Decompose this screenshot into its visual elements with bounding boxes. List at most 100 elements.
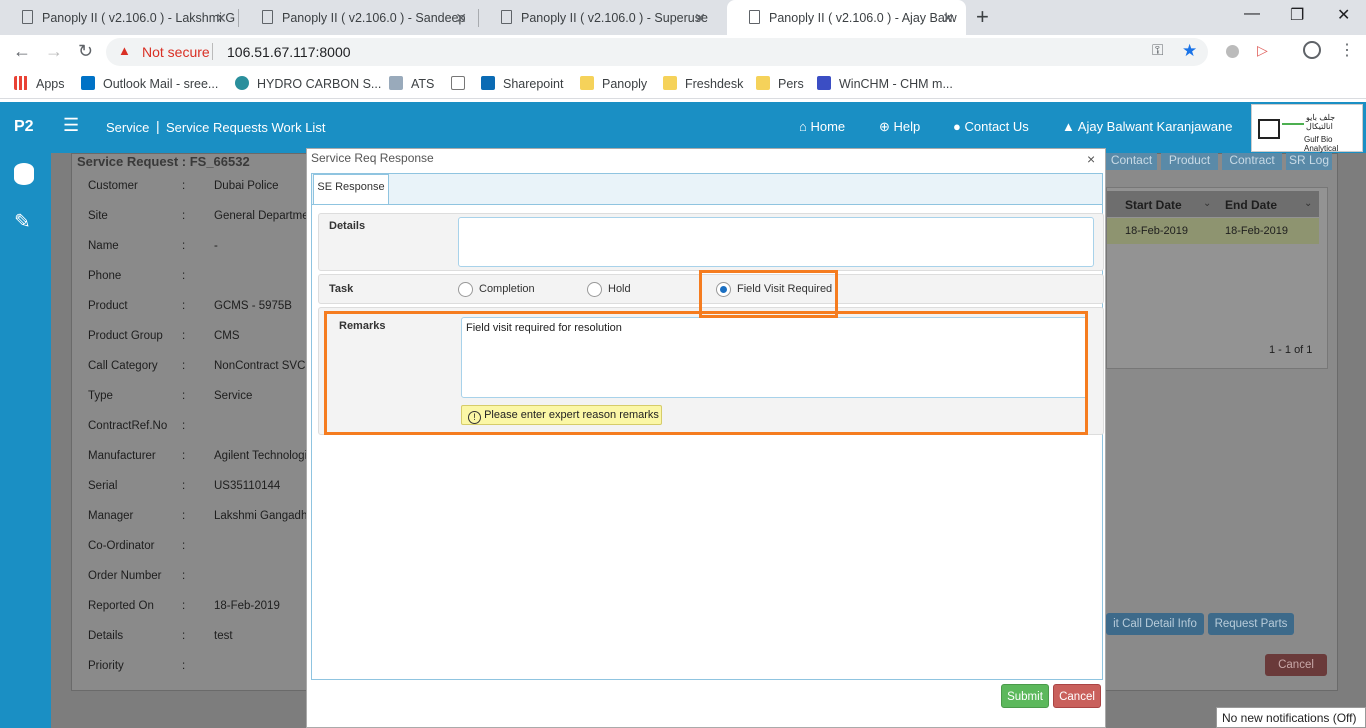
field-colon: : — [182, 270, 186, 282]
menu-icon[interactable]: ⋮ — [1339, 40, 1355, 60]
wrench-icon[interactable]: ✎ — [14, 209, 31, 234]
forward-icon[interactable]: → — [45, 41, 63, 62]
app-logo[interactable]: P2 — [14, 118, 34, 136]
field-colon: : — [182, 510, 186, 522]
col-start-date[interactable]: Start Date — [1125, 198, 1182, 212]
field-value: NonContract SVC — [214, 360, 306, 372]
profile-icon[interactable] — [1303, 41, 1321, 59]
star-icon[interactable]: ★ — [1182, 41, 1197, 61]
bookmark-apps[interactable]: Apps — [14, 76, 65, 91]
close-tab-icon[interactable]: ✕ — [455, 10, 467, 27]
company-logo: جلف بايو انالتيكال Gulf Bio Analytical — [1251, 104, 1363, 153]
field-label: Manager — [88, 510, 134, 522]
home-link[interactable]: ⌂ Home — [799, 119, 845, 134]
breadcrumb-worklist[interactable]: Service Requests Work List — [166, 120, 325, 135]
close-tab-icon[interactable]: ✕ — [942, 10, 954, 27]
sidebar: ✎ — [0, 153, 51, 728]
browser-tab[interactable]: Panoply II ( v2.106.0 ) - Lakshmi G ✕ — [0, 0, 239, 35]
field-colon: : — [182, 390, 186, 402]
bookmark-blank[interactable] — [451, 76, 473, 91]
address-bar[interactable]: ▲ Not secure 106.51.67.117:8000 ⚿ ★ — [106, 38, 1208, 66]
close-icon[interactable]: × — [1087, 151, 1095, 167]
field-label: Type — [88, 390, 113, 402]
request-parts-button[interactable]: Request Parts — [1208, 613, 1294, 635]
field-label: ContractRef.No — [88, 420, 168, 432]
hamburger-menu-icon[interactable]: ☰ — [63, 115, 79, 136]
maximize-icon[interactable]: ❐ — [1290, 5, 1304, 25]
tab-sr-log[interactable]: SR Log — [1286, 153, 1332, 170]
browser-tab-active[interactable]: Panoply II ( v2.106.0 ) - Ajay Balw ✕ — [727, 0, 966, 35]
chevron-down-icon[interactable]: ⌄ — [1203, 198, 1211, 209]
security-status[interactable]: Not secure — [142, 44, 210, 60]
browser-tab[interactable]: Panoply II ( v2.106.0 ) - Sandeep ✕ — [240, 0, 479, 35]
field-value: General Departmen — [214, 210, 306, 222]
outlook-icon — [81, 76, 95, 90]
radio-hold[interactable] — [587, 282, 602, 297]
field-value: Agilent Technologie — [214, 450, 306, 462]
tab-contract[interactable]: Contract — [1222, 153, 1282, 170]
user-menu[interactable]: ▲ Ajay Balwant Karanjawane — [1062, 119, 1232, 134]
page-icon — [749, 10, 760, 24]
page-icon — [451, 76, 465, 90]
details-row: Details — [318, 213, 1104, 271]
field-value: test — [214, 630, 233, 642]
tab-contact[interactable]: Contact — [1106, 153, 1157, 170]
field-label: Co-Ordinator — [88, 540, 155, 552]
key-icon[interactable]: ⚿ — [1152, 42, 1163, 59]
reload-icon[interactable]: ↻ — [78, 41, 93, 62]
field-colon: : — [182, 180, 186, 192]
field-label: Manufacturer — [88, 450, 156, 462]
table-row[interactable]: 18-Feb-2019 18-Feb-2019 — [1107, 218, 1319, 244]
bookmark-outlook[interactable]: Outlook Mail - sree... — [81, 76, 218, 91]
tab-product[interactable]: Product — [1161, 153, 1218, 170]
submit-button[interactable]: Submit — [1001, 684, 1049, 708]
url-text[interactable]: 106.51.67.117:8000 — [227, 44, 351, 60]
window-close-icon[interactable]: ✕ — [1337, 5, 1350, 25]
bookmark-pers[interactable]: Pers — [756, 76, 804, 91]
dialog-cancel-button[interactable]: Cancel — [1053, 684, 1101, 708]
winchm-icon — [817, 76, 831, 90]
app-header: P2 ☰ Service | Service Requests Work Lis… — [0, 102, 1366, 153]
bookmark-ats[interactable]: ATS — [389, 76, 434, 91]
extension-icon[interactable] — [1226, 45, 1239, 58]
browser-tab[interactable]: Panoply II ( v2.106.0 ) - Superuse ✕ — [479, 0, 718, 35]
bookmark-sharepoint[interactable]: Sharepoint — [481, 76, 563, 91]
service-req-response-dialog: Service Req Response × SE Response Detai… — [306, 148, 1106, 728]
bookmark-winchm[interactable]: WinCHM - CHM m... — [817, 76, 953, 91]
breadcrumb-service[interactable]: Service — [106, 120, 149, 135]
new-tab-icon[interactable]: + — [976, 4, 989, 30]
minimize-icon[interactable]: — — [1244, 5, 1260, 23]
edit-call-detail-button[interactable]: it Call Detail Info — [1106, 613, 1204, 635]
field-label: Reported On — [88, 600, 154, 612]
tab-se-response[interactable]: SE Response — [313, 174, 389, 204]
field-value: CMS — [214, 330, 240, 342]
close-tab-icon[interactable]: ✕ — [215, 10, 227, 27]
close-tab-icon[interactable]: ✕ — [694, 10, 706, 27]
highlight-remarks — [324, 311, 1088, 435]
bookmark-hydrocarbon[interactable]: HYDRO CARBON S... — [235, 76, 381, 91]
field-colon: : — [182, 540, 186, 552]
field-label: Call Category — [88, 360, 158, 372]
field-value: Service — [214, 390, 253, 402]
field-value: Dubai Police — [214, 180, 279, 192]
bookmark-panoply[interactable]: Panoply — [580, 76, 647, 91]
apps-icon — [14, 76, 28, 90]
grid-header: Start Date ⌄ End Date ⌄ — [1107, 191, 1319, 217]
radio-completion[interactable] — [458, 282, 473, 297]
field-label: Details — [88, 630, 124, 642]
col-end-date[interactable]: End Date — [1225, 198, 1277, 212]
details-input[interactable] — [458, 217, 1094, 267]
extension-icon[interactable]: ▷ — [1257, 42, 1268, 59]
sharepoint-icon — [481, 76, 495, 90]
cancel-button[interactable]: Cancel — [1265, 654, 1327, 676]
field-colon: : — [182, 660, 186, 672]
user-icon: ▲ — [1062, 119, 1075, 134]
chevron-down-icon[interactable]: ⌄ — [1304, 198, 1312, 209]
contact-link[interactable]: ● Contact Us — [953, 119, 1029, 134]
help-link[interactable]: ⊕ Help — [879, 119, 920, 135]
field-colon: : — [182, 420, 186, 432]
back-icon[interactable]: ← — [13, 41, 31, 62]
field-colon: : — [182, 300, 186, 312]
bookmark-freshdesk[interactable]: Freshdesk — [663, 76, 743, 91]
database-icon[interactable] — [14, 163, 34, 185]
